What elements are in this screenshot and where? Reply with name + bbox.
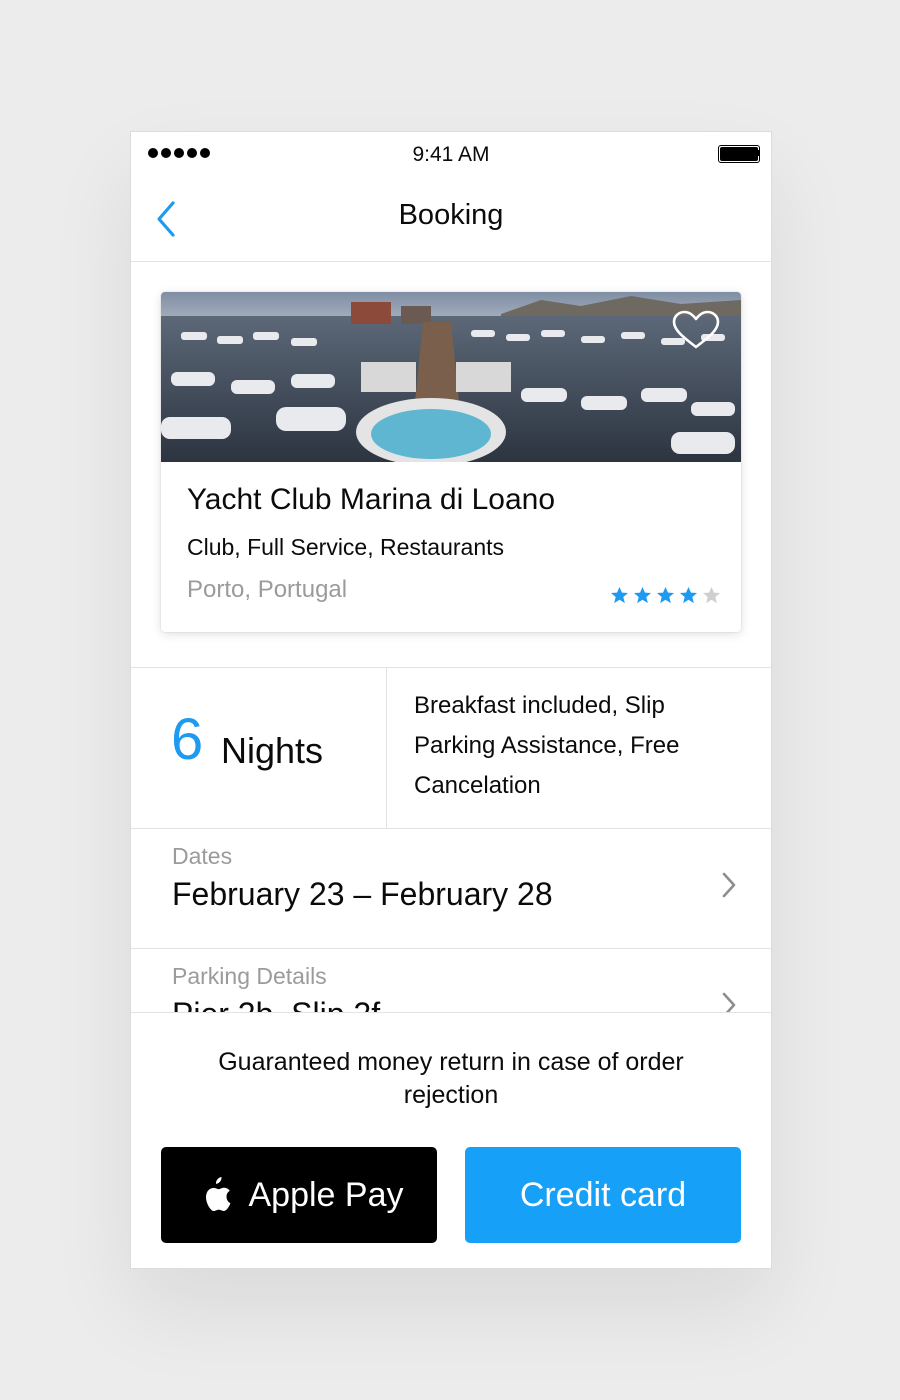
marina-photo bbox=[161, 292, 741, 462]
nights-cell: 6 Nights bbox=[131, 668, 387, 828]
credit-card-label: Credit card bbox=[519, 1175, 687, 1214]
stay-summary: 6 Nights Breakfast included, Slip Parkin… bbox=[131, 667, 771, 829]
dates-value: February 23 – February 28 bbox=[172, 876, 553, 912]
star-filled-icon bbox=[633, 586, 652, 604]
phone-screen: 9:41 AM Booking Yacht Club Marina di Loa… bbox=[130, 131, 772, 1269]
star-filled-icon bbox=[610, 586, 629, 604]
navigation-bar: Booking bbox=[131, 177, 771, 262]
dates-row[interactable]: Dates February 23 – February 28 bbox=[131, 828, 771, 949]
star-empty-icon bbox=[702, 586, 721, 604]
amenities-text: Breakfast included, Slip Parking Assista… bbox=[414, 692, 680, 799]
status-time: 9:41 AM bbox=[412, 143, 490, 166]
favorite-heart-icon[interactable] bbox=[671, 310, 721, 350]
nights-label: Nights bbox=[221, 730, 324, 771]
dates-label: Dates bbox=[172, 843, 233, 869]
chevron-right-icon bbox=[722, 872, 736, 898]
payment-panel: Guaranteed money return in case of order… bbox=[131, 1012, 771, 1268]
listing-features: Club, Full Service, Restaurants bbox=[187, 534, 505, 560]
battery-icon bbox=[718, 145, 760, 163]
guarantee-text: Guaranteed money return in case of order… bbox=[218, 1048, 684, 1109]
status-bar: 9:41 AM bbox=[131, 132, 771, 177]
nights-count: 6 bbox=[171, 707, 204, 772]
listing-location: Porto, Portugal bbox=[187, 576, 348, 603]
apple-logo-icon bbox=[205, 1177, 230, 1212]
star-filled-icon bbox=[656, 586, 675, 604]
apple-pay-label: Apple Pay bbox=[248, 1175, 404, 1214]
apple-pay-button[interactable]: Apple Pay bbox=[161, 1147, 437, 1243]
star-filled-icon bbox=[679, 586, 698, 604]
listing-card[interactable]: Yacht Club Marina di Loano Club, Full Se… bbox=[161, 292, 741, 632]
parking-label: Parking Details bbox=[172, 963, 327, 989]
page-title: Booking bbox=[398, 199, 504, 231]
credit-card-button[interactable]: Credit card bbox=[465, 1147, 741, 1243]
rating-stars bbox=[610, 586, 721, 605]
listing-title: Yacht Club Marina di Loano bbox=[187, 483, 555, 516]
